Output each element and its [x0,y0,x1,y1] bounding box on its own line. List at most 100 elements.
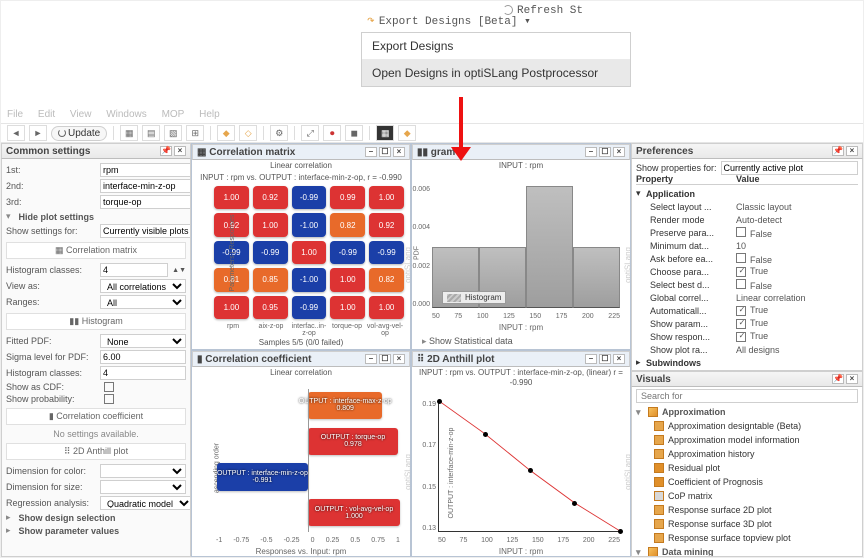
prefs-row[interactable]: Global correl...Linear correlation [636,291,858,304]
tb-stop-icon[interactable]: ◼ [345,125,363,141]
tb-gear-icon[interactable]: ⚙ [270,125,288,141]
close-icon[interactable]: × [613,147,625,157]
dim-color-select[interactable] [100,464,186,478]
show-parameter-values-toggle[interactable]: Show parameter values [19,526,120,536]
chevron-right-icon[interactable]: ▸ [6,512,11,523]
prefs-row[interactable]: Show respon...True [636,330,858,343]
menu-edit[interactable]: Edit [38,109,55,120]
tb-diamond1-icon[interactable]: ◆ [217,125,235,141]
regression-select[interactable]: Quadratic model [100,496,191,510]
view-as-select[interactable]: All correlations [100,279,186,293]
menu-mop[interactable]: MOP [162,109,185,120]
bars-icon: ▮▮ [417,147,428,158]
close-icon[interactable]: × [174,146,186,156]
show-statistical-data-toggle[interactable]: ▸ Show Statistical data [412,334,630,349]
grid-icon: ▦ [55,245,64,255]
prefs-row[interactable]: Ask before ea...False [636,252,858,265]
tb-grid-icon[interactable]: ▦ [376,125,394,141]
tree-item[interactable]: Approximation designtable (Beta) [636,419,858,433]
tree-item[interactable]: Approximation model information [636,433,858,447]
prefs-row[interactable]: Choose para...True [636,265,858,278]
tb-layout2-icon[interactable]: ▤ [142,125,160,141]
chevron-right-icon[interactable]: ▸ [6,525,11,536]
maximize-icon[interactable]: ☐ [379,354,391,364]
heatmap-cell: 0.82 [330,213,365,236]
prefs-row[interactable]: Render modeAuto-detect [636,213,858,226]
close-icon[interactable]: × [613,354,625,364]
tb-zoomout-icon[interactable]: ⤢ [301,125,319,141]
fitted-pdf-select[interactable]: None [100,334,186,348]
tree-item[interactable]: Response surface 2D plot [636,503,858,517]
third-axis-field[interactable] [100,195,191,209]
plot-correlation-matrix[interactable]: ▦ Correlation matrix–☐× Linear correlati… [191,143,411,350]
plot-histogram[interactable]: ▮▮ gram–☐× INPUT : rpm PDF 0.0060.0040.0… [411,143,631,350]
pin-icon[interactable]: 📌 [160,146,172,156]
plot-2d-anthill[interactable]: ⠿ 2D Anthill plot–☐× INPUT : rpm vs. OUT… [411,350,631,557]
minimize-icon[interactable]: – [585,147,597,157]
second-axis-field[interactable] [100,179,191,193]
ranges-select[interactable]: All [100,295,186,309]
show-properties-for-field[interactable] [721,161,858,175]
tree-item[interactable]: Approximation history [636,447,858,461]
sigma-field[interactable] [100,350,186,364]
prefs-row[interactable]: Show param...True [636,317,858,330]
close-icon[interactable]: × [846,146,858,156]
first-axis-field[interactable] [100,163,191,177]
menu-item-open-in-optislang[interactable]: Open Designs in optiSLang Postprocessor [362,60,630,86]
tb-layout4-icon[interactable]: ⊞ [186,125,204,141]
prefs-row[interactable]: Select layout ...Classic layout [636,200,858,213]
menu-help[interactable]: Help [199,109,220,120]
visuals-search-input[interactable] [636,389,858,403]
menu-view[interactable]: View [70,109,92,120]
stepper-icon[interactable]: ▲▼ [172,267,186,274]
prefs-row[interactable]: Preserve para...False [636,226,858,239]
hist-classes-field[interactable] [100,263,168,277]
menu-item-export-designs[interactable]: Export Designs [362,33,630,60]
chevron-down-icon[interactable]: ▾ [6,211,11,222]
dim-size-select[interactable] [100,480,186,494]
prefs-row[interactable]: Minimum dat...10 [636,239,858,252]
hide-plot-settings-toggle[interactable]: Hide plot settings [19,212,95,222]
tree-node-subwindows[interactable]: ▸Subwindows [636,356,858,369]
tree-item[interactable]: Response surface 3D plot [636,517,858,531]
show-settings-for-field[interactable] [100,224,191,238]
update-button[interactable]: Update [51,126,107,141]
pin-icon[interactable]: 📌 [832,146,844,156]
hist-classes2-field[interactable] [100,366,186,380]
tree-item[interactable]: Coefficient of Prognosis [636,475,858,489]
maximize-icon[interactable]: ☐ [599,354,611,364]
tree-item[interactable]: Residual plot [636,461,858,475]
tree-node-approximation[interactable]: ▾Approximation [636,405,858,419]
show-design-selection-toggle[interactable]: Show design selection [19,513,116,523]
close-icon[interactable]: × [393,147,405,157]
prefs-row[interactable]: Show plot ra...All designs [636,343,858,356]
maximize-icon[interactable]: ☐ [599,147,611,157]
tb-layout1-icon[interactable]: ▦ [120,125,138,141]
tb-diamond3-icon[interactable]: ◆ [398,125,416,141]
plot-title: Correlation matrix [209,147,295,158]
prefs-row[interactable]: Select best d...False [636,278,858,291]
pin-icon[interactable]: 📌 [832,374,844,384]
tree-node-application[interactable]: ▾Application [636,187,858,200]
minimize-icon[interactable]: – [365,147,377,157]
tree-item[interactable]: CoP matrix [636,489,858,503]
export-designs-menu-button[interactable]: ↷Export Designs [Beta] ▾ [361,9,631,32]
plot-correlation-coefficient[interactable]: ▮ Correlation coefficient–☐× Linear corr… [191,350,411,557]
menu-windows[interactable]: Windows [106,109,147,120]
tb-back-icon[interactable]: ◄ [7,125,25,141]
tree-item[interactable]: Response surface topview plot [636,531,858,545]
close-icon[interactable]: × [393,354,405,364]
show-prob-checkbox[interactable] [104,394,114,404]
tb-fwd-icon[interactable]: ► [29,125,47,141]
tb-record-icon[interactable]: ⏺ [323,125,341,141]
show-cdf-checkbox[interactable] [104,382,114,392]
tb-diamond2-icon[interactable]: ◇ [239,125,257,141]
prefs-row[interactable]: Automaticall...True [636,304,858,317]
close-icon[interactable]: × [846,374,858,384]
tb-layout3-icon[interactable]: ▧ [164,125,182,141]
maximize-icon[interactable]: ☐ [379,147,391,157]
tree-node-data-mining[interactable]: ▾Data mining [636,545,858,557]
minimize-icon[interactable]: – [585,354,597,364]
menu-file[interactable]: File [7,109,23,120]
minimize-icon[interactable]: – [365,354,377,364]
